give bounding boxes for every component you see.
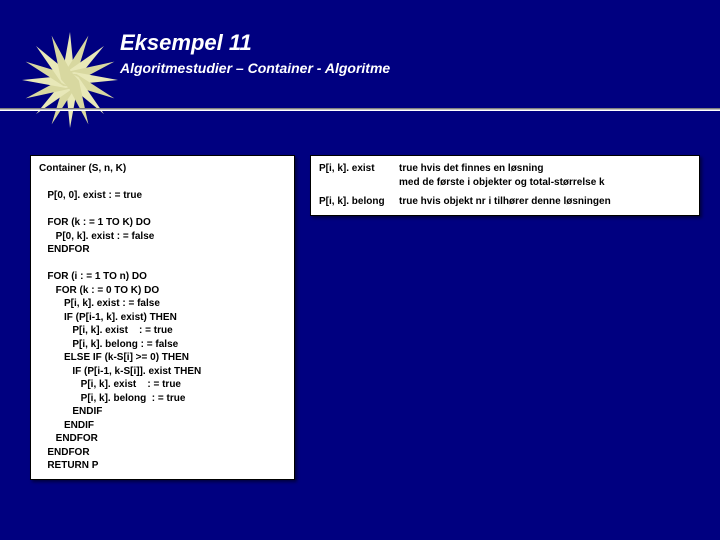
- definition-row: P[i, k]. belong true hvis objekt nr i ti…: [319, 195, 691, 209]
- definition-term: P[i, k]. belong: [319, 195, 399, 209]
- definition-row: P[i, k]. exist true hvis det finnes en l…: [319, 162, 691, 189]
- definitions-box: P[i, k]. exist true hvis det finnes en l…: [310, 155, 700, 216]
- code-box: Container (S, n, K) P[0, 0]. exist : = t…: [30, 155, 295, 480]
- definition-desc: true hvis det finnes en løsning med de f…: [399, 162, 691, 189]
- definition-term: P[i, k]. exist: [319, 162, 399, 189]
- slide-title: Eksempel 11: [120, 30, 390, 56]
- title-block: Eksempel 11 Algoritmestudier – Container…: [120, 30, 390, 76]
- starburst-icon: [20, 30, 120, 130]
- divider: [0, 108, 720, 111]
- definition-desc: true hvis objekt nr i tilhører denne løs…: [399, 195, 691, 209]
- slide-subtitle: Algoritmestudier – Container - Algoritme: [120, 60, 390, 76]
